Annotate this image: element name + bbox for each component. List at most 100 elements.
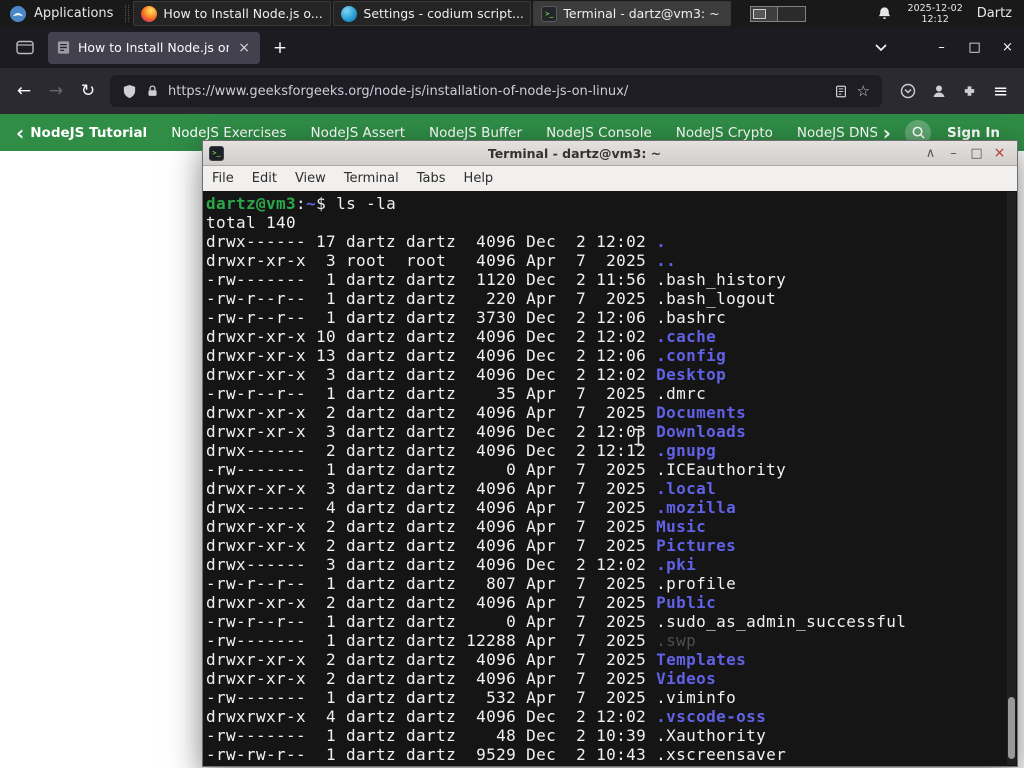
terminal-scrollbar[interactable] [1007,192,1016,765]
file-name: Downloads [656,422,747,441]
workspace-2[interactable] [778,6,806,21]
terminal-listing-row: drwxr-xr-x 2 dartz dartz 4096 Apr 7 2025… [206,650,747,669]
gfg-nav-item[interactable]: NodeJS Tutorial [30,125,147,141]
reload-button[interactable]: ↻ [72,75,104,107]
terminal-menu-tabs[interactable]: Tabs [408,171,455,186]
browser-minimize-button[interactable]: – [925,27,958,68]
file-name: .xscreensaver [656,745,787,764]
back-button[interactable]: ← [8,75,40,107]
workspace-1[interactable] [751,6,779,21]
terminal-menu-terminal[interactable]: Terminal [335,171,408,186]
applications-menu-button[interactable]: Applications [0,0,122,27]
reader-mode-icon[interactable] [834,84,848,99]
file-name: .pki [656,555,697,574]
file-name: .bash_logout [656,289,777,308]
prompt-user-host: dartz@vm3 [206,194,297,213]
prompt-command: ls -la [336,194,397,213]
gfg-nav-item[interactable]: NodeJS Crypto [676,125,773,141]
gfg-nav-item[interactable]: NodeJS Buffer [429,125,522,141]
terminal-listing-row: -rw------- 1 dartz dartz 48 Dec 2 10:39 … [206,726,767,745]
terminal-menu-edit[interactable]: Edit [243,171,286,186]
file-name: .bash_history [656,270,787,289]
terminal-listing-row: drwx------ 17 dartz dartz 4096 Dec 2 12:… [206,232,667,251]
file-name: Pictures [656,536,737,555]
list-all-tabs-chevron-icon[interactable] [867,34,895,62]
lock-icon[interactable] [146,84,159,98]
browser-maximize-button[interactable]: □ [958,27,991,68]
terminal-maximize-button[interactable]: □ [965,146,988,161]
terminal-listing-row: drwx------ 4 dartz dartz 4096 Apr 7 2025… [206,498,737,517]
terminal-menu-view[interactable]: View [286,171,335,186]
browser-tab[interactable]: How to Install Node.js on... × [48,31,260,64]
url-bar[interactable]: https://www.geeksforgeeks.org/node-js/in… [110,75,882,107]
gfg-nav-item[interactable]: NodeJS DNS [797,125,877,141]
extensions-puzzle-icon[interactable] [954,76,985,107]
terminal-listing-row: -rw------- 1 dartz dartz 532 Apr 7 2025 … [206,688,737,707]
terminal-prompt-line: dartz@vm3:~$ ls -la [206,194,397,213]
bookmark-star-icon[interactable]: ☆ [857,82,870,100]
applications-label: Applications [34,6,114,21]
file-name: .profile [656,574,737,593]
terminal-listing-row: drwxr-xr-x 3 root root 4096 Apr 7 2025 .… [206,251,677,270]
file-name: .gnupg [656,441,717,460]
terminal-menubar: File Edit View Terminal Tabs Help [203,166,1017,191]
terminal-listing-row: drwx------ 3 dartz dartz 4096 Dec 2 12:0… [206,555,697,574]
terminal-listing-row: drwxrwxr-x 4 dartz dartz 4096 Dec 2 12:0… [206,707,767,726]
firefox-icon [141,5,158,22]
terminal-listing-row: drwxr-xr-x 2 dartz dartz 4096 Apr 7 2025… [206,517,707,536]
pocket-icon[interactable] [892,76,923,107]
notification-bell-icon[interactable] [877,6,892,21]
shield-icon[interactable] [122,84,137,99]
terminal-listing-row: -rw------- 1 dartz dartz 1120 Dec 2 11:5… [206,270,787,289]
browser-close-button[interactable]: × [991,27,1024,68]
terminal-shade-button[interactable]: ∧ [919,146,942,161]
terminal-scrollbar-thumb[interactable] [1008,697,1015,759]
terminal-body[interactable]: dartz@vm3:~$ ls -la total 140 drwx------ 1… [203,191,1017,766]
terminal-menu-file[interactable]: File [203,171,243,186]
terminal-listing-row: -rw------- 1 dartz dartz 0 Apr 7 2025 .I… [206,460,787,479]
terminal-listing-row: drwx------ 2 dartz dartz 4096 Dec 2 12:1… [206,441,717,460]
terminal-listing-row: -rw-r--r-- 1 dartz dartz 3730 Dec 2 12:0… [206,308,727,327]
gfg-nav-items: NodeJS Tutorial NodeJS Exercises NodeJS As… [30,125,877,141]
file-name: . [656,232,667,251]
terminal-close-button[interactable]: × [988,145,1011,161]
clock[interactable]: 2025-12-02 12:12 [908,3,963,25]
file-name: .bashrc [656,308,727,327]
terminal-listing-row: drwxr-xr-x 2 dartz dartz 4096 Apr 7 2025… [206,536,737,555]
nav-scroll-left-icon[interactable]: ‹ [10,123,30,143]
panel-username[interactable]: Dartz [977,6,1012,21]
clock-date: 2025-12-02 [907,2,963,14]
terminal-minimize-button[interactable]: – [942,146,965,161]
account-icon[interactable] [923,76,954,107]
gfg-nav-item[interactable]: NodeJS Assert [310,125,405,141]
terminal-listing-row: -rw-r--r-- 1 dartz dartz 0 Apr 7 2025 .s… [206,612,907,631]
terminal-listing-row: drwxr-xr-x 2 dartz dartz 4096 Apr 7 2025… [206,403,747,422]
gfg-nav-item[interactable]: NodeJS Exercises [171,125,286,141]
new-tab-button[interactable]: + [266,34,294,62]
file-name: .viminfo [656,688,737,707]
terminal-listing-row: -rw-r--r-- 1 dartz dartz 220 Apr 7 2025 … [206,289,777,308]
terminal-listing-row: drwxr-xr-x 3 dartz dartz 4096 Dec 2 12:0… [206,365,727,384]
terminal-menu-help[interactable]: Help [455,171,503,186]
workspace-switcher[interactable] [750,5,807,22]
gfg-nav-item[interactable]: NodeJS Console [546,125,652,141]
terminal-total-line: total 140 [206,213,297,232]
taskbar-item[interactable]: How to Install Node.js o... [133,1,332,26]
terminal-listing-row: drwxr-xr-x 13 dartz dartz 4096 Dec 2 12:… [206,346,727,365]
firefox-view-button[interactable] [12,35,38,61]
taskbar-item[interactable]: >_ Terminal - dartz@vm3: ~ [533,1,732,26]
browser-tab-bar: How to Install Node.js on... × + – □ × [0,27,1024,68]
terminal-listing-row: drwxr-xr-x 3 dartz dartz 4096 Apr 7 2025… [206,479,717,498]
file-name: Videos [656,669,717,688]
tab-close-icon[interactable]: × [236,40,252,56]
terminal-title: Terminal - dartz@vm3: ~ [487,145,662,161]
terminal-listing-row: -rw-r--r-- 1 dartz dartz 807 Apr 7 2025 … [206,574,737,593]
file-name: .Xauthority [656,726,767,745]
sign-in-button[interactable]: Sign In [947,125,1000,141]
hamburger-menu-icon[interactable]: ≡ [985,76,1016,107]
forward-button[interactable]: → [40,75,72,107]
taskbar-item[interactable]: Settings - codium script... [333,1,532,26]
file-name: .local [656,479,717,498]
page-favicon [56,40,71,55]
terminal-titlebar[interactable]: >_ Terminal - dartz@vm3: ~ ∧ – □ × [203,141,1017,166]
